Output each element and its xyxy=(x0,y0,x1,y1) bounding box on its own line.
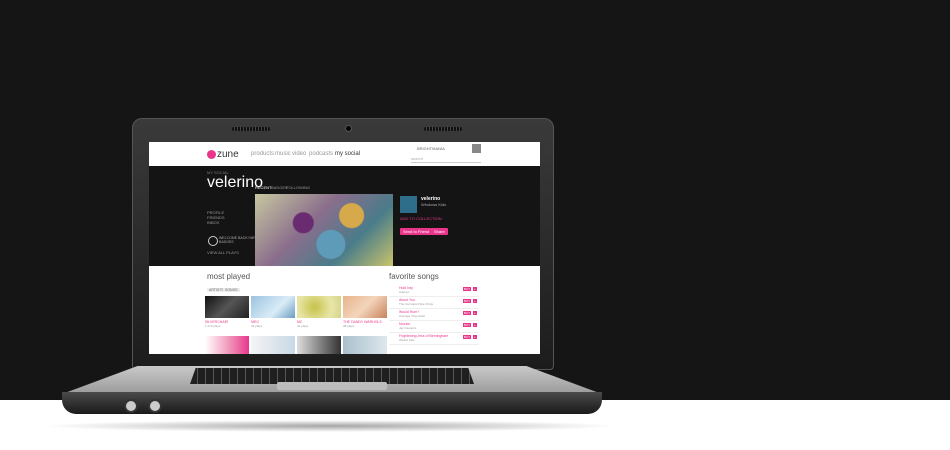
buy-button[interactable]: BUY xyxy=(463,299,472,303)
album-cover[interactable] xyxy=(251,336,295,354)
touchpad xyxy=(277,382,387,390)
album-plays: 1,172 plays xyxy=(205,324,221,328)
tab-following[interactable]: FOLLOWING xyxy=(286,185,310,190)
add-button[interactable]: + xyxy=(473,287,477,291)
add-button[interactable]: + xyxy=(473,323,477,327)
tab-songs[interactable]: SONGS xyxy=(223,288,240,292)
album-plays: 43 plays xyxy=(251,324,263,328)
nav-music[interactable]: music xyxy=(275,151,291,157)
zune-header: zune products music video podcasts my so… xyxy=(149,142,540,167)
buy-button[interactable]: BUY xyxy=(463,335,472,339)
song-row[interactable]: Would Rum? Average Chemicals BUY + xyxy=(389,310,479,321)
buy-button[interactable]: BUY xyxy=(463,287,472,291)
user-name[interactable]: BRIGHTMANIA xyxy=(417,146,445,151)
album-cover[interactable] xyxy=(343,336,387,354)
side-link-inbox[interactable]: INBOX xyxy=(207,220,219,225)
nav-my-social[interactable]: my social xyxy=(335,151,360,157)
song-artist: Adeneo xyxy=(399,290,410,294)
webcam-icon xyxy=(345,125,352,132)
profile-hero: MY SOCIAL velerino PROFILE FRIENDS INBOX… xyxy=(149,166,540,266)
album-plays: 38 plays xyxy=(343,324,355,328)
front-button-right-icon xyxy=(148,399,162,413)
speaker-right-icon xyxy=(424,127,462,131)
share-button[interactable]: Share xyxy=(431,228,448,235)
song-row[interactable]: Mozzie Jay Giovanni BUY + xyxy=(389,322,479,333)
nav-podcasts[interactable]: podcasts xyxy=(309,151,333,157)
favorite-songs-title: favorite songs xyxy=(389,272,439,281)
badge-text: WELCOME BACK! NEW BADGES xyxy=(219,236,258,244)
content-area: most played ARTISTS SONGS SILVERCHAIR 1,… xyxy=(149,266,540,354)
badge-icon xyxy=(208,236,218,246)
song-row[interactable]: About You The Cat Hand Nice Chips BUY + xyxy=(389,298,479,309)
front-button-left-icon xyxy=(124,399,138,413)
album-plays: 41 plays xyxy=(297,324,309,328)
now-playing-subtitle: Windows Kids xyxy=(421,202,447,207)
laptop-screen: zune products music video podcasts my so… xyxy=(149,142,540,354)
album-cover[interactable] xyxy=(297,296,341,318)
album-cover[interactable] xyxy=(297,336,341,354)
nav-products[interactable]: products xyxy=(251,151,274,157)
zune-logo-icon[interactable] xyxy=(207,150,216,159)
search-input[interactable]: search xyxy=(411,156,481,163)
now-playing-thumbnail[interactable] xyxy=(400,196,417,213)
song-row[interactable]: Hold Iray Adeneo BUY + xyxy=(389,286,479,297)
album-cover[interactable] xyxy=(251,296,295,318)
album-cover[interactable] xyxy=(205,296,249,318)
song-artist: Jay Giovanni xyxy=(399,326,417,330)
album-cover[interactable] xyxy=(343,296,387,318)
buy-button[interactable]: BUY xyxy=(463,323,472,327)
song-artist: Average Chemicals xyxy=(399,314,425,318)
add-button[interactable]: + xyxy=(473,311,477,315)
song-artist: The Cat Hand Nice Chips xyxy=(399,302,434,306)
laptop-base xyxy=(62,366,602,422)
most-played-title: most played xyxy=(207,272,251,281)
laptop-front-edge xyxy=(62,392,602,414)
buy-button[interactable]: BUY xyxy=(463,311,472,315)
zune-logo[interactable]: zune xyxy=(217,149,239,160)
song-row[interactable]: Frightening Jess of Birmingham Winkel Ki… xyxy=(389,334,479,345)
speaker-left-icon xyxy=(232,127,270,131)
add-button[interactable]: + xyxy=(473,335,477,339)
add-to-collection-link[interactable]: ADD TO COLLECTION xyxy=(400,216,442,221)
album-cover[interactable] xyxy=(205,336,249,354)
view-all-plays-link[interactable]: VIEW ALL PLAYS xyxy=(207,250,239,255)
add-button[interactable]: + xyxy=(473,299,477,303)
tab-recent[interactable]: RECENT xyxy=(255,185,271,190)
album-artwork xyxy=(255,194,393,266)
nav-video[interactable]: video xyxy=(292,151,306,157)
send-to-friend-button[interactable]: Send to Friend xyxy=(400,228,433,235)
avatar[interactable] xyxy=(472,144,481,153)
song-artist: Winkel Kids xyxy=(399,338,415,342)
